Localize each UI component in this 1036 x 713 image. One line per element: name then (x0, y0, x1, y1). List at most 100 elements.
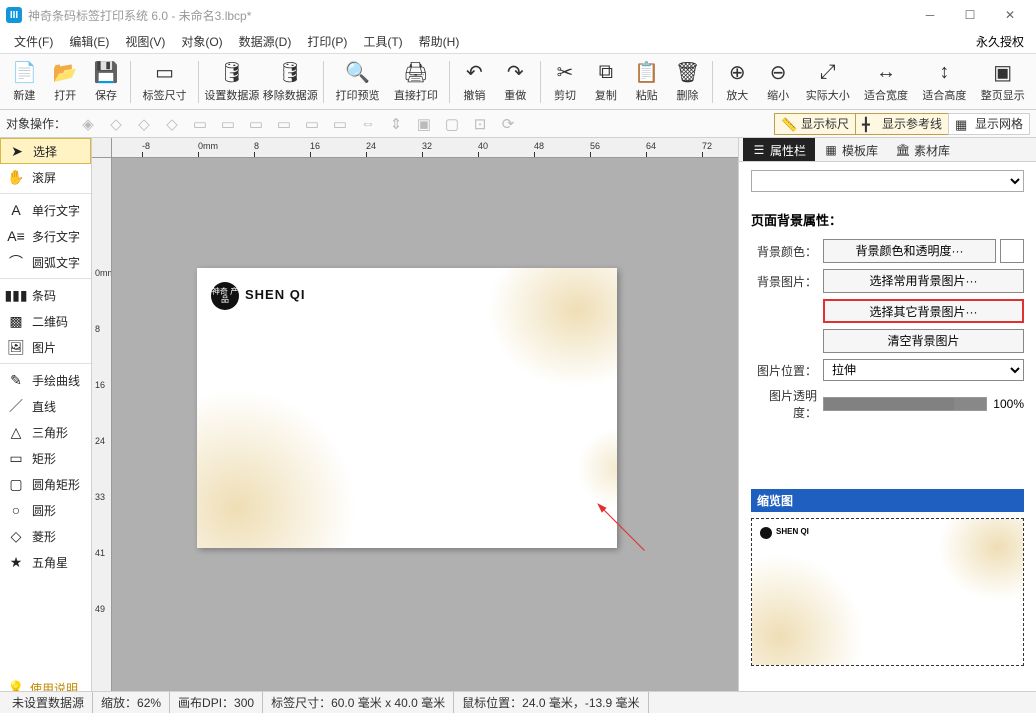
toolbar-new-button[interactable]: 📄新建 (4, 57, 45, 107)
tool-qrcode[interactable]: ▩二维码 (0, 308, 91, 334)
align-right-icon[interactable]: ▭ (244, 113, 268, 135)
toolbar-fitw-button[interactable]: ↔适合宽度 (857, 57, 915, 107)
align-top-icon[interactable]: ▭ (272, 113, 296, 135)
hand-icon: ✋ (8, 169, 24, 185)
menu-item[interactable]: 工具(T) (355, 30, 410, 53)
tool-image[interactable]: 🖼图片 (0, 334, 91, 360)
toolbar-undo-button[interactable]: ↶撤销 (454, 57, 495, 107)
img-pos-select[interactable]: 拉伸 (823, 359, 1024, 381)
tool-pointer[interactable]: ➤选择 (0, 138, 91, 164)
tool-text[interactable]: A单行文字 (0, 197, 91, 223)
page-selector-combo[interactable] (751, 170, 1024, 192)
layer-down-icon[interactable]: ◇ (132, 113, 156, 135)
menu-item[interactable]: 视图(V) (117, 30, 173, 53)
toolbar-save-button[interactable]: 💾保存 (86, 57, 127, 107)
tool-barcode[interactable]: ▮▮▮条码 (0, 282, 91, 308)
tool-hand[interactable]: ✋滚屏 (0, 164, 91, 190)
ruler-h-tick: 64 (646, 141, 656, 151)
bg-color-button[interactable]: 背景颜色和透明度··· (823, 239, 996, 263)
layer-up-icon[interactable]: ◇ (104, 113, 128, 135)
ruler-icon: 📏 (781, 117, 797, 131)
toolbar-preview-button[interactable]: 🔍打印预览 (328, 57, 386, 107)
tool-star[interactable]: ★五角星 (0, 549, 91, 575)
tool-label: 图片 (32, 339, 56, 356)
rotate-icon[interactable]: ⟳ (496, 113, 520, 135)
toolbar-zoomout-button[interactable]: ⊖缩小 (758, 57, 799, 107)
toolbar-open-button[interactable]: 📂打开 (45, 57, 86, 107)
toolbar-print-button[interactable]: 🖨直接打印 (387, 57, 445, 107)
align-left-icon[interactable]: ▭ (188, 113, 212, 135)
toolbar-actual-button[interactable]: ⤢实际大小 (799, 57, 857, 107)
tool-circle[interactable]: ○圆形 (0, 497, 91, 523)
maximize-button[interactable]: ☐ (950, 1, 990, 29)
toolbar-dbset-button[interactable]: 🛢设置数据源 (203, 57, 261, 107)
toolbar-copy-button[interactable]: ⧉复制 (585, 57, 626, 107)
toolbar-fitall-button[interactable]: ▣整页显示 (974, 57, 1032, 107)
toggle-guide[interactable]: ╋显示参考线 (855, 113, 949, 135)
tool-label: 菱形 (32, 528, 56, 545)
tool-mtext[interactable]: A≡多行文字 (0, 223, 91, 249)
menu-item[interactable]: 数据源(D) (231, 30, 300, 53)
page-logo-circle[interactable]: 神奇 产品 (211, 282, 239, 310)
tool-label: 圆弧文字 (32, 254, 80, 271)
minimize-button[interactable]: ─ (910, 1, 950, 29)
fith-icon: ↕ (932, 61, 956, 85)
tool-diamond[interactable]: ◇菱形 (0, 523, 91, 549)
dist-h-icon[interactable]: ⇔ (356, 113, 380, 135)
align-bottom-icon[interactable]: ▭ (328, 113, 352, 135)
thumbnail-preview[interactable]: SHEN QI (751, 518, 1024, 666)
tab-assets[interactable]: 🏛素材库 (887, 138, 959, 161)
menu-item[interactable]: 编辑(E) (61, 30, 117, 53)
tool-arctext[interactable]: ⌒圆弧文字 (0, 249, 91, 275)
img-alpha-slider[interactable] (823, 397, 987, 411)
lock-icon[interactable]: ⊡ (468, 113, 492, 135)
tool-line[interactable]: ／直线 (0, 393, 91, 419)
toggle-grid[interactable]: ▦显示网格 (948, 113, 1030, 135)
toolbar-zoomin-button[interactable]: ⊕放大 (717, 57, 758, 107)
align-center-icon[interactable]: ▭ (216, 113, 240, 135)
label-page[interactable]: 神奇 产品 SHEN QI (197, 268, 617, 548)
layer-icon[interactable]: ◈ (76, 113, 100, 135)
bg-image-other-button[interactable]: 选择其它背景图片··· (823, 299, 1024, 323)
props-icon: ☰ (752, 143, 766, 157)
bg-image-clear-button[interactable]: 清空背景图片 (823, 329, 1024, 353)
object-op-label: 对象操作： (6, 115, 66, 132)
right-panel-body: 页面背景属性： 背景颜色： 背景颜色和透明度··· 背景图片： 选择常用背景图片… (739, 162, 1036, 700)
layer-bottom-icon[interactable]: ◇ (160, 113, 184, 135)
ruler-h-tick: 48 (534, 141, 544, 151)
toggle-ruler[interactable]: 📏显示标尺 (774, 113, 856, 135)
toolbar-redo-button[interactable]: ↷重做 (495, 57, 536, 107)
menu-item[interactable]: 帮助(H) (411, 30, 468, 53)
tab-templates[interactable]: ▦模板库 (815, 138, 887, 161)
ungroup-icon[interactable]: ▢ (440, 113, 464, 135)
group-icon[interactable]: ▣ (412, 113, 436, 135)
dbset-icon: 🛢 (220, 61, 244, 85)
tool-triangle[interactable]: △三角形 (0, 419, 91, 445)
toolbar-paste-button[interactable]: 📋粘贴 (626, 57, 667, 107)
toolbar-label: 适合宽度 (864, 87, 908, 103)
tab-templates-label: 模板库 (842, 142, 878, 159)
toolbar-separator (198, 61, 199, 103)
page-logo-text[interactable]: SHEN QI (245, 287, 305, 302)
tool-roundrect[interactable]: ▢圆角矩形 (0, 471, 91, 497)
align-mid-icon[interactable]: ▭ (300, 113, 324, 135)
close-button[interactable]: ✕ (990, 1, 1030, 29)
tab-properties[interactable]: ☰属性栏 (743, 138, 815, 161)
menu-item[interactable]: 打印(P) (299, 30, 355, 53)
toolbar-cut-button[interactable]: ✂剪切 (545, 57, 586, 107)
bg-color-swatch[interactable] (1000, 239, 1024, 263)
bg-image-common-button[interactable]: 选择常用背景图片··· (823, 269, 1024, 293)
toolbar-dbdel-button[interactable]: 🛢移除数据源 (261, 57, 319, 107)
tool-rect[interactable]: ▭矩形 (0, 445, 91, 471)
menu-item[interactable]: 文件(F) (6, 30, 61, 53)
toolbar-size-button[interactable]: ▭标签尺寸 (135, 57, 193, 107)
toolbar-fith-button[interactable]: ↕适合高度 (915, 57, 973, 107)
canvas-viewport[interactable]: 神奇 产品 SHEN QI (112, 158, 738, 700)
status-zoom: 缩放：62% (93, 692, 170, 713)
menu-item[interactable]: 对象(O) (173, 30, 230, 53)
tool-label: 圆角矩形 (32, 476, 80, 493)
toolbar-delete-button[interactable]: 🗑删除 (667, 57, 708, 107)
dist-v-icon[interactable]: ⇕ (384, 113, 408, 135)
tool-freehand[interactable]: ✎手绘曲线 (0, 367, 91, 393)
line-icon: ／ (8, 398, 24, 414)
